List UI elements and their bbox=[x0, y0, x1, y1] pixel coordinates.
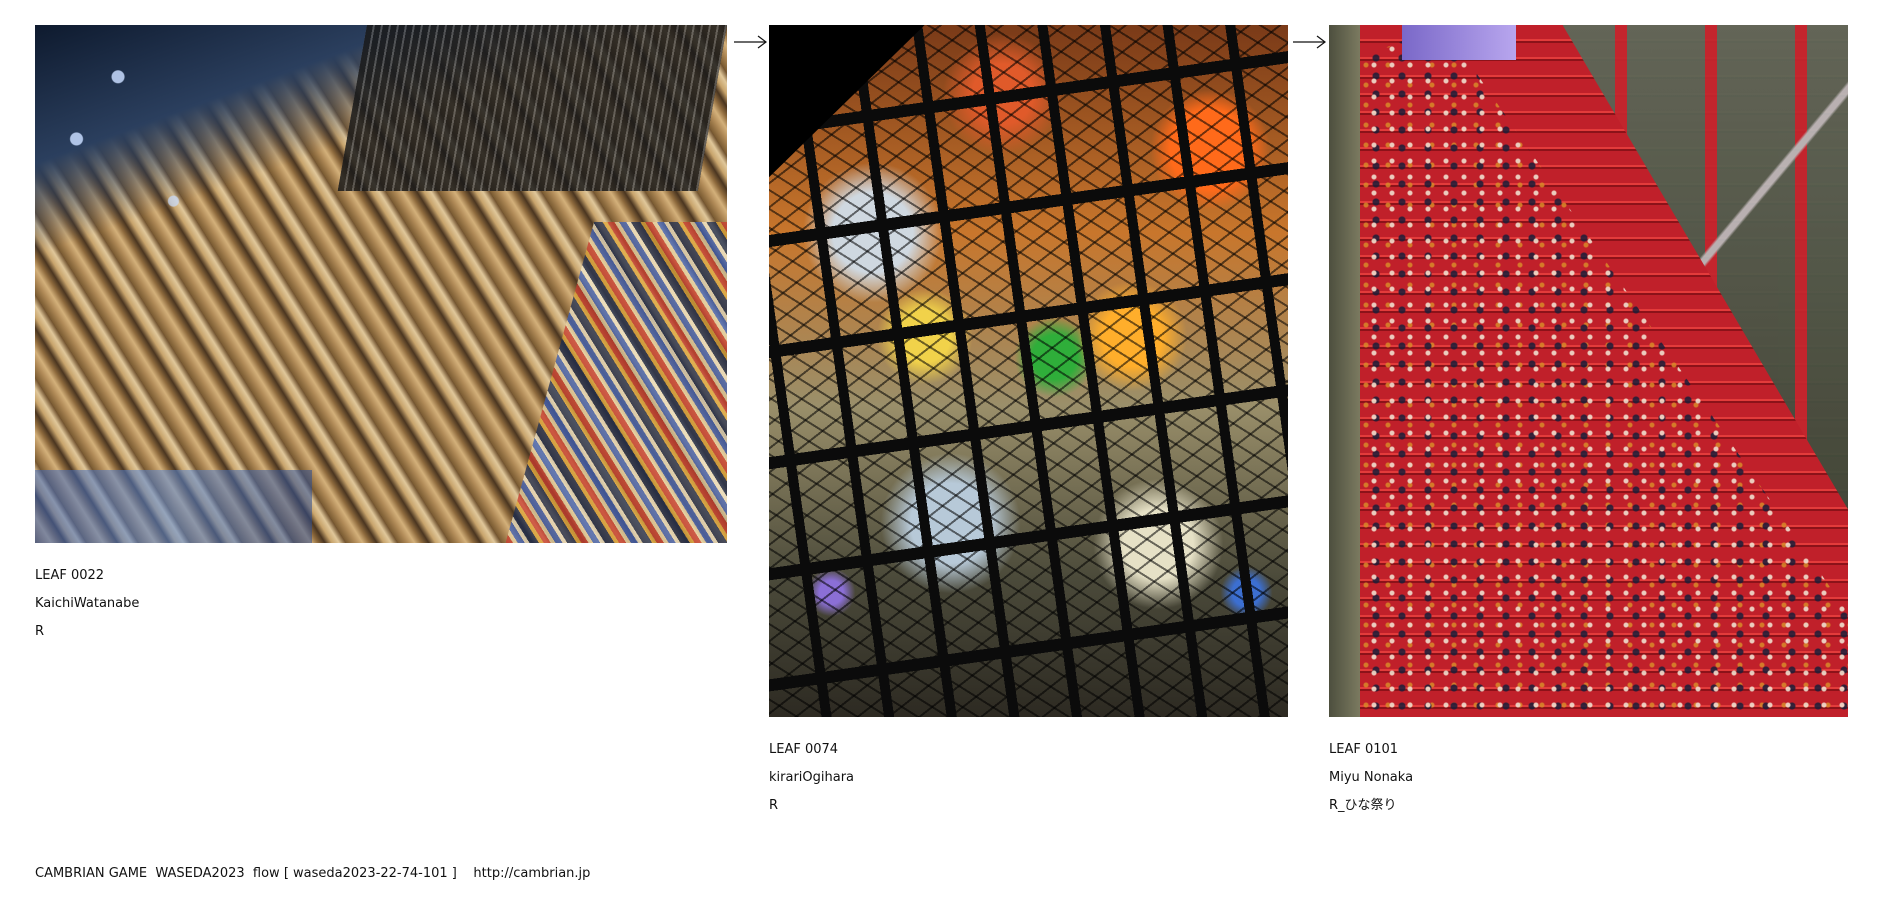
leaf-id: LEAF 0074 bbox=[769, 742, 839, 757]
leaf-meta: LEAF 0074 kirariOgihara R bbox=[769, 736, 854, 820]
festival-banner bbox=[1401, 25, 1516, 60]
leaf-image-library[interactable] bbox=[35, 25, 727, 543]
leaf-tag: R bbox=[35, 624, 45, 639]
arrow-right-icon bbox=[734, 35, 767, 49]
leaf-author: Miyu Nonaka bbox=[1329, 770, 1414, 785]
stone-wall bbox=[1329, 25, 1361, 717]
ceiling-structure bbox=[337, 25, 727, 191]
leaf-author: kirariOgihara bbox=[769, 770, 855, 785]
leaf-image-stained-glass[interactable] bbox=[769, 25, 1288, 717]
blue-floor-light bbox=[35, 470, 312, 543]
leaf-author: KaichiWatanabe bbox=[35, 596, 140, 611]
leaf-tag: R_ひな祭り bbox=[1329, 798, 1397, 813]
footer-caption: CAMBRIAN GAME WASEDA2023 flow [ waseda20… bbox=[35, 866, 591, 881]
arrow-right-icon bbox=[1293, 35, 1326, 49]
leaf-id: LEAF 0022 bbox=[35, 568, 105, 583]
leaf-tag: R bbox=[769, 798, 779, 813]
lead-came-grid bbox=[769, 25, 1288, 717]
leaf-image-hina-dolls[interactable] bbox=[1329, 25, 1848, 717]
leaf-id: LEAF 0101 bbox=[1329, 742, 1399, 757]
leaf-meta: LEAF 0101 Miyu Nonaka R_ひな祭り bbox=[1329, 736, 1413, 820]
leaf-meta: LEAF 0022 KaichiWatanabe R bbox=[35, 562, 139, 646]
